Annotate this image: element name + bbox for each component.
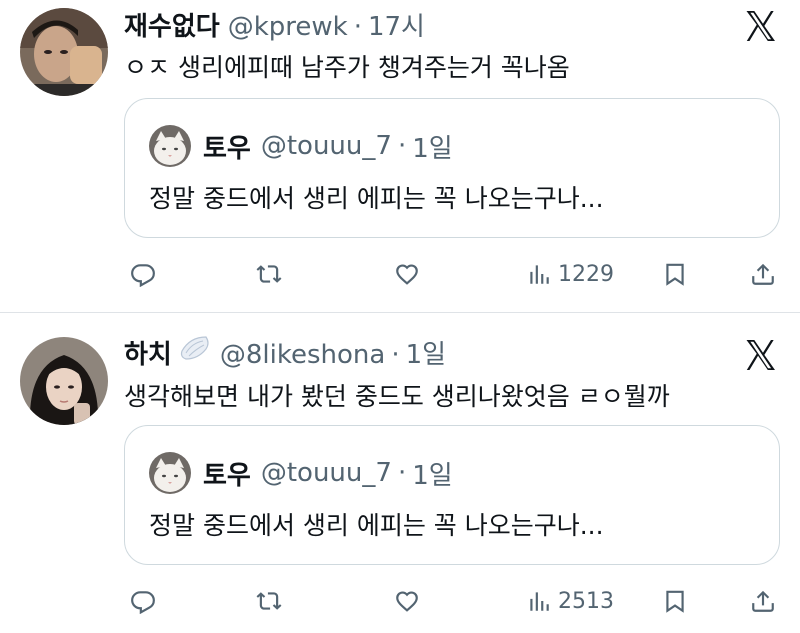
reply-button[interactable] <box>130 256 156 292</box>
quoted-timestamp: 1일 <box>412 460 453 491</box>
views-icon <box>530 265 549 284</box>
bookmark-icon <box>666 263 684 286</box>
share-button[interactable] <box>750 583 776 619</box>
reply-icon <box>131 591 155 614</box>
timestamp[interactable]: 17시 <box>368 6 425 43</box>
bookmark-button[interactable] <box>662 256 688 292</box>
heart-icon <box>396 591 418 612</box>
bookmark-button[interactable] <box>662 583 688 619</box>
separator-dot: · <box>397 131 407 161</box>
quoted-timestamp: 1일 <box>412 133 453 164</box>
quoted-tweet[interactable]: 토우 @touuu_7 · 1일 정말 중드에서 생리 에피는 꼭 나오는구나.… <box>124 425 780 565</box>
share-button[interactable] <box>750 256 776 292</box>
avatar[interactable] <box>20 8 108 96</box>
wing-emoji-icon <box>176 333 212 363</box>
timestamp[interactable]: 1일 <box>406 334 446 371</box>
quoted-tweet[interactable]: 토우 @touuu_7 · 1일 정말 중드에서 생리 에피는 꼭 나오는구나.… <box>124 98 780 238</box>
author-name[interactable]: 재수없다 <box>124 6 220 43</box>
quoted-author-handle: @touuu_7 <box>260 131 392 161</box>
views-button[interactable]: 1229 <box>526 256 614 292</box>
share-icon <box>752 590 774 612</box>
quoted-text: 정말 중드에서 생리 에피는 꼭 나오는구나... <box>149 511 604 540</box>
views-icon <box>530 592 549 611</box>
retweet-button[interactable] <box>256 583 282 619</box>
tweet-text: 생각해보면 내가 봤던 중드도 생리나왔엇음 ㄹㅇ뭘까 <box>124 382 670 411</box>
like-button[interactable] <box>394 256 420 292</box>
action-bar: 2513 <box>124 583 780 619</box>
views-button[interactable]: 2513 <box>526 583 614 619</box>
reply-button[interactable] <box>130 583 156 619</box>
separator-dot: · <box>391 340 400 370</box>
x-logo-icon[interactable] <box>742 337 778 373</box>
like-button[interactable] <box>394 583 420 619</box>
views-count: 2513 <box>558 588 614 614</box>
separator-dot: · <box>397 458 407 488</box>
share-icon <box>752 263 774 285</box>
tweet-card[interactable]: 재수없다 @kprewk · 17시 ㅇㅈ 생리에피때 남주가 챙겨주는거 꼭나… <box>0 0 800 312</box>
author-handle[interactable]: @kprewk <box>228 12 348 42</box>
author-name[interactable]: 하치 <box>124 334 172 371</box>
action-bar: 1229 <box>124 256 780 292</box>
quoted-avatar <box>149 452 191 494</box>
views-count: 1229 <box>558 261 614 287</box>
quoted-text: 정말 중드에서 생리 에피는 꼭 나오는구나... <box>149 184 604 213</box>
x-logo-icon[interactable] <box>742 8 778 44</box>
tweet-card[interactable]: 하치 @8likeshona · 1일 생각해보면 내가 봤던 중드도 생리나왔… <box>0 313 800 633</box>
retweet-icon <box>256 265 282 283</box>
bookmark-icon <box>666 590 684 613</box>
quoted-author-name: 토우 <box>203 133 251 164</box>
tweet-text: ㅇㅈ 생리에피때 남주가 챙겨주는거 꼭나옴 <box>124 53 570 82</box>
quoted-avatar <box>149 125 191 167</box>
retweet-icon <box>256 592 282 610</box>
reply-icon <box>131 264 155 287</box>
author-handle[interactable]: @8likeshona <box>220 340 385 370</box>
heart-icon <box>396 264 418 285</box>
quoted-author-handle: @touuu_7 <box>260 458 392 488</box>
retweet-button[interactable] <box>256 256 282 292</box>
quoted-author-name: 토우 <box>203 460 251 491</box>
separator-dot: · <box>353 12 362 42</box>
avatar[interactable] <box>20 337 108 425</box>
